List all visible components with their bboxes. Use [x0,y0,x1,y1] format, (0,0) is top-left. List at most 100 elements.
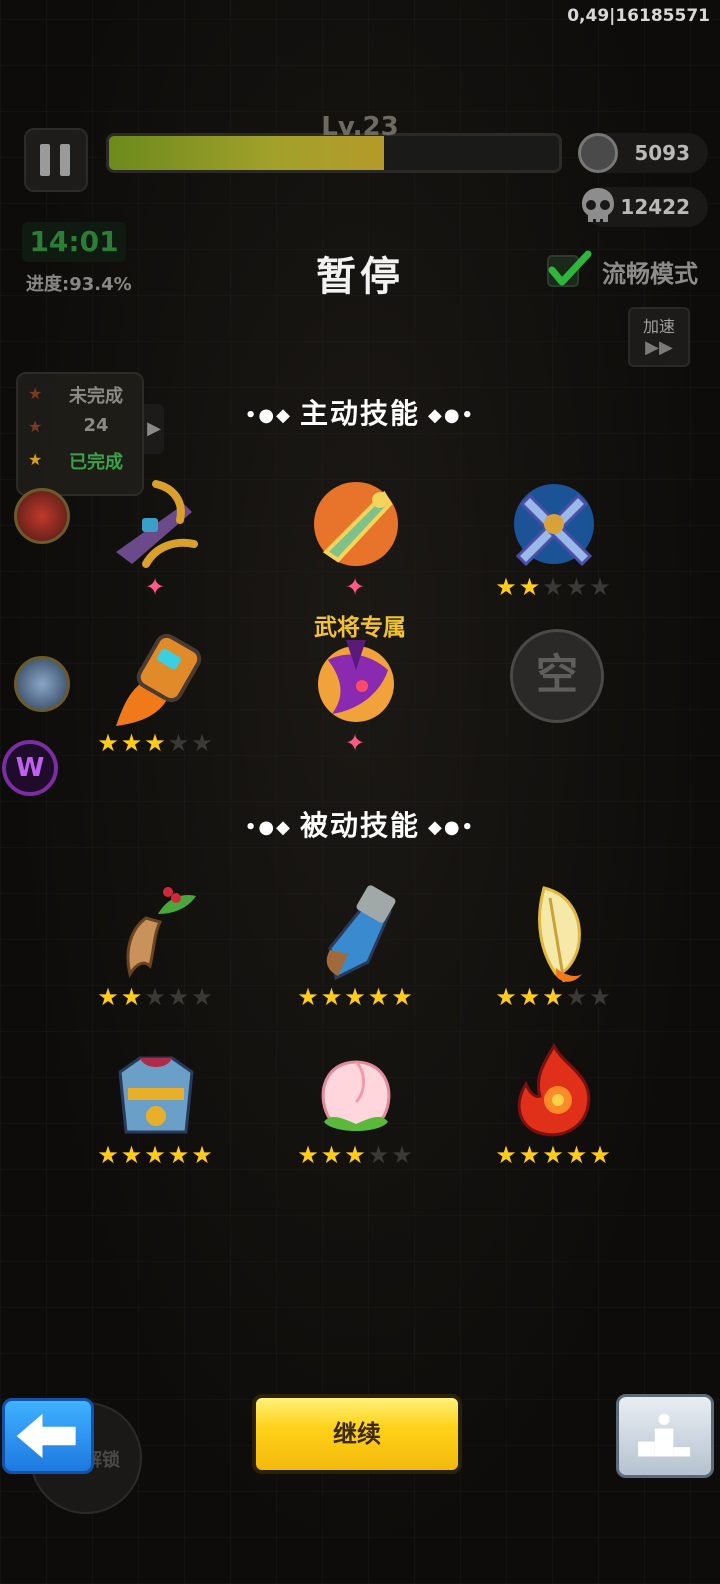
passive-skill-ginseng[interactable]: ★★★★★ [86,884,226,1024]
star-filled-icon: ★ [495,573,519,601]
hero-avatar[interactable] [14,488,70,544]
continue-button[interactable]: 继续 [252,1394,462,1474]
kill-counter: 12422 [582,187,708,227]
smooth-mode-checkbox[interactable] [546,250,592,290]
rocket-fist-icon [116,633,202,726]
star-rating: ★★★★★ [86,984,226,1010]
star-filled-icon: ★ [297,1141,321,1169]
pause-button[interactable] [24,128,88,192]
coin-count: 5093 [634,141,690,165]
ranking-button[interactable] [616,1394,714,1478]
dark-blade-icon [318,640,394,722]
star-filled-icon: ★ [320,1141,345,1169]
star-rating: ★★★★★ [86,1142,226,1168]
level-label: Lv.23 [321,112,399,142]
exclusive-star-icon: ✦ [344,729,368,757]
passive-skills-title: •●◆ 被动技能 ◆●• [0,804,720,844]
star-icon: ★ [28,450,43,469]
back-arrow-icon [16,1413,76,1459]
star-rating: ✦ [286,730,426,756]
star-rating: ★★★★★ [484,1142,624,1168]
passive-skill-feather[interactable]: ★★★★★ [484,884,624,1024]
star-rating: ★★★★★ [286,1142,426,1168]
star-filled-icon: ★ [120,983,145,1011]
star-filled-icon: ★ [542,983,566,1011]
pause-icon [40,144,50,176]
star-filled-icon: ★ [167,1141,192,1169]
active-skill-exclusive[interactable]: ✦ [286,630,426,770]
star-rating: ★★★★★ [484,984,624,1010]
star-filled-icon: ★ [391,983,415,1011]
fast-forward-icon: ▶▶ [645,337,673,358]
active-skill-rocket-fist[interactable]: ★★★★★ [86,630,226,770]
debug-readout: 0,49|16185571 [567,6,710,26]
active-skills-label: 主动技能 [299,397,420,430]
star-filled-icon: ★ [144,729,168,757]
quest-row: ★ 已完成 [26,446,138,474]
star-empty-icon: ★ [144,983,168,1011]
star-empty-icon: ★ [589,573,613,601]
blue-crossed-swords-icon [514,484,594,567]
exclusive-star-icon: ✦ [144,573,168,601]
star-empty-icon: ★ [391,1141,415,1169]
coin-icon [578,133,618,173]
star-empty-icon: ★ [367,1141,392,1169]
active-skill-jade-sword[interactable]: ✦ [286,474,426,614]
active-skill-crossbow[interactable]: ✦ [86,474,226,614]
star-filled-icon: ★ [518,573,543,601]
star-filled-icon: ★ [97,729,121,757]
exclusive-star-icon: ✦ [344,573,368,601]
star-empty-icon: ★ [589,983,613,1011]
passive-skill-armor[interactable]: ★★★★★ [86,1042,226,1182]
ginseng-icon [126,887,196,978]
star-filled-icon: ★ [191,1141,215,1169]
passive-skills-label: 被动技能 [299,809,420,842]
smooth-mode-label[interactable]: 流畅模式 [602,254,698,289]
star-filled-icon: ★ [495,983,519,1011]
star-filled-icon: ★ [120,1141,145,1169]
speed-up-button[interactable]: 加速 ▶▶ [628,307,690,367]
star-filled-icon: ★ [297,983,321,1011]
pet-avatar[interactable] [14,656,70,712]
star-empty-icon: ★ [167,983,192,1011]
star-filled-icon: ★ [542,1141,566,1169]
speed-up-label: 加速 [642,317,675,336]
title-dots-right: ◆●• [428,816,476,838]
star-filled-icon: ★ [495,1141,519,1169]
passive-skill-fire[interactable]: ★★★★★ [484,1042,624,1182]
star-filled-icon: ★ [518,1141,543,1169]
star-rating: ★★★★★ [86,730,226,756]
star-empty-icon: ★ [542,573,566,601]
star-filled-icon: ★ [97,983,121,1011]
armor-icon [118,1056,194,1134]
star-empty-icon: ★ [565,983,590,1011]
star-filled-icon: ★ [589,1141,613,1169]
star-filled-icon: ★ [344,983,368,1011]
star-filled-icon: ★ [320,983,345,1011]
title-dots-left: •●◆ [244,404,292,426]
skull-icon [582,188,614,224]
gauntlet-icon [326,885,396,981]
passive-skill-gauntlet[interactable]: ★★★★★ [286,884,426,1024]
star-empty-icon: ★ [191,729,215,757]
quest-row-label: 已完成 [69,452,123,473]
coin-counter: 5093 [578,133,708,173]
star-rating: ★★★★★ [484,574,624,600]
passive-skill-peach[interactable]: ★★★★★ [286,1042,426,1182]
active-skills-title: •●◆ 主动技能 ◆●• [0,392,720,432]
star-filled-icon: ★ [344,1141,368,1169]
star-empty-icon: ★ [167,729,192,757]
back-button[interactable] [2,1398,94,1474]
star-filled-icon: ★ [120,729,145,757]
pause-icon-bar [60,144,70,176]
w-badge-icon[interactable]: W [2,740,58,796]
jade-sword-icon [314,482,398,566]
empty-skill-slot[interactable]: 空 [510,629,604,723]
star-filled-icon: ★ [144,1141,168,1169]
star-rating: ✦ [286,574,426,600]
star-filled-icon: ★ [97,1141,121,1169]
star-filled-icon: ★ [367,983,392,1011]
active-skill-crossed-swords[interactable]: ★★★★★ [484,474,624,614]
star-filled-icon: ★ [518,983,543,1011]
star-rating: ✦ [86,574,226,600]
